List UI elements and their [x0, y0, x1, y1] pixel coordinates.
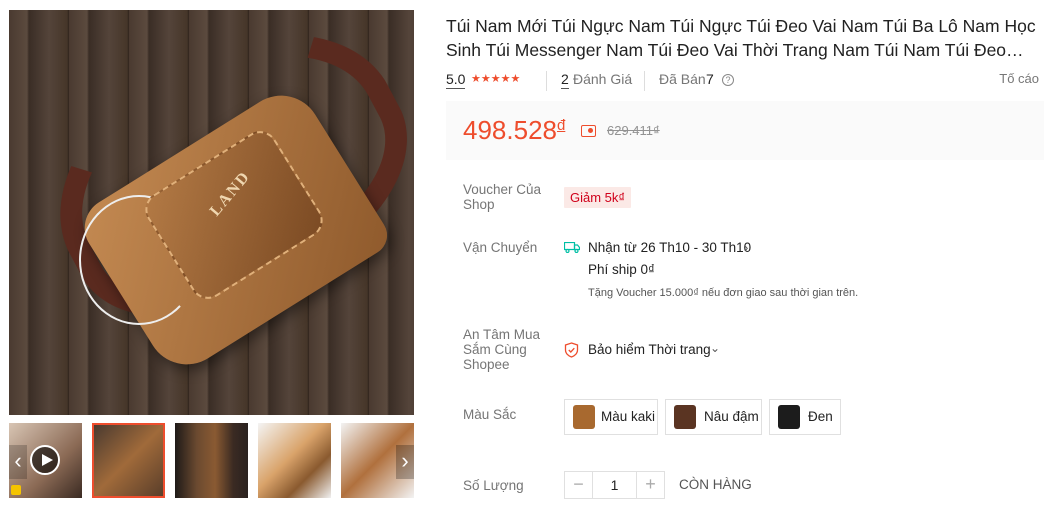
- chevron-right-icon[interactable]: ›: [744, 240, 748, 255]
- insurance-dropdown[interactable]: Bảo hiểm Thời trang: [588, 342, 711, 357]
- report-link[interactable]: Tố cáo: [999, 71, 1039, 86]
- shipping-voucher-note: Tặng Voucher 15.000₫ nếu đơn giao sau th…: [588, 287, 859, 299]
- shipping-fee: Phí ship 0₫: [588, 262, 655, 277]
- color-option-kaki[interactable]: Màu kaki: [564, 399, 658, 435]
- truck-icon: [564, 242, 580, 253]
- thumbnail-strip: ‹ ›: [9, 423, 414, 499]
- color-option-label: Màu kaki: [601, 409, 656, 424]
- shipping-eta[interactable]: Nhận từ 26 Th10 - 30 Th10: [588, 240, 751, 255]
- color-option-label: Đen: [808, 409, 833, 424]
- prev-arrow-icon[interactable]: ‹: [9, 445, 27, 479]
- divider: [546, 71, 547, 91]
- color-option-black[interactable]: Đen: [769, 399, 841, 435]
- star-rating-icon: ★★★★★: [471, 73, 521, 85]
- reviews-label: Đánh Giá: [573, 71, 633, 87]
- color-option-dark-brown[interactable]: Nâu đậm: [665, 399, 762, 435]
- thumbnail-image-selected[interactable]: [92, 423, 165, 498]
- video-badge-icon: [11, 485, 21, 495]
- sold-count: 7: [706, 71, 714, 87]
- current-price: 498.528đ: [463, 115, 566, 145]
- quantity-input[interactable]: [593, 472, 636, 498]
- quantity-stepper: − +: [564, 471, 665, 499]
- color-swatch: [573, 405, 595, 429]
- color-option-label: Nâu đậm: [704, 409, 759, 424]
- rating-value[interactable]: 5.0: [446, 71, 466, 89]
- color-label: Màu Sắc: [463, 407, 517, 422]
- price-tag-icon[interactable]: [581, 125, 596, 137]
- shield-icon: [564, 342, 579, 358]
- voucher-badge[interactable]: Giảm 5k₫: [564, 187, 632, 208]
- divider: [644, 71, 645, 91]
- product-meta: 5.0 ★★★★★ 2 Đánh Giá Đã Bán 7 ? Tố cáo: [446, 71, 1046, 91]
- help-icon[interactable]: ?: [722, 74, 734, 86]
- increase-button[interactable]: +: [636, 472, 664, 498]
- reviews-count[interactable]: 2: [561, 71, 569, 89]
- stock-status: CÒN HÀNG: [679, 477, 752, 492]
- next-arrow-icon[interactable]: ›: [396, 445, 414, 479]
- color-swatch: [778, 405, 800, 429]
- main-product-image[interactable]: LAND: [9, 10, 414, 415]
- insurance-label: An Tâm Mua Sắm Cùng Shopee: [463, 327, 541, 372]
- shipping-label: Vận Chuyển: [463, 240, 538, 255]
- thumbnail-image[interactable]: [258, 423, 331, 498]
- voucher-label: Voucher Của Shop: [463, 182, 542, 212]
- quantity-label: Số Lượng: [463, 478, 524, 493]
- price-section: 498.528đ 629.411₫: [446, 101, 1044, 160]
- decrease-button[interactable]: −: [565, 472, 593, 498]
- chevron-down-icon[interactable]: ⌄: [710, 341, 720, 355]
- color-swatch: [674, 405, 696, 429]
- original-price: 629.411₫: [607, 123, 660, 138]
- product-title: Túi Nam Mới Túi Ngực Nam Túi Ngực Túi Đe…: [446, 16, 1036, 60]
- sold-label: Đã Bán: [659, 71, 706, 87]
- thumbnail-image[interactable]: [175, 423, 248, 498]
- play-icon: [30, 445, 60, 475]
